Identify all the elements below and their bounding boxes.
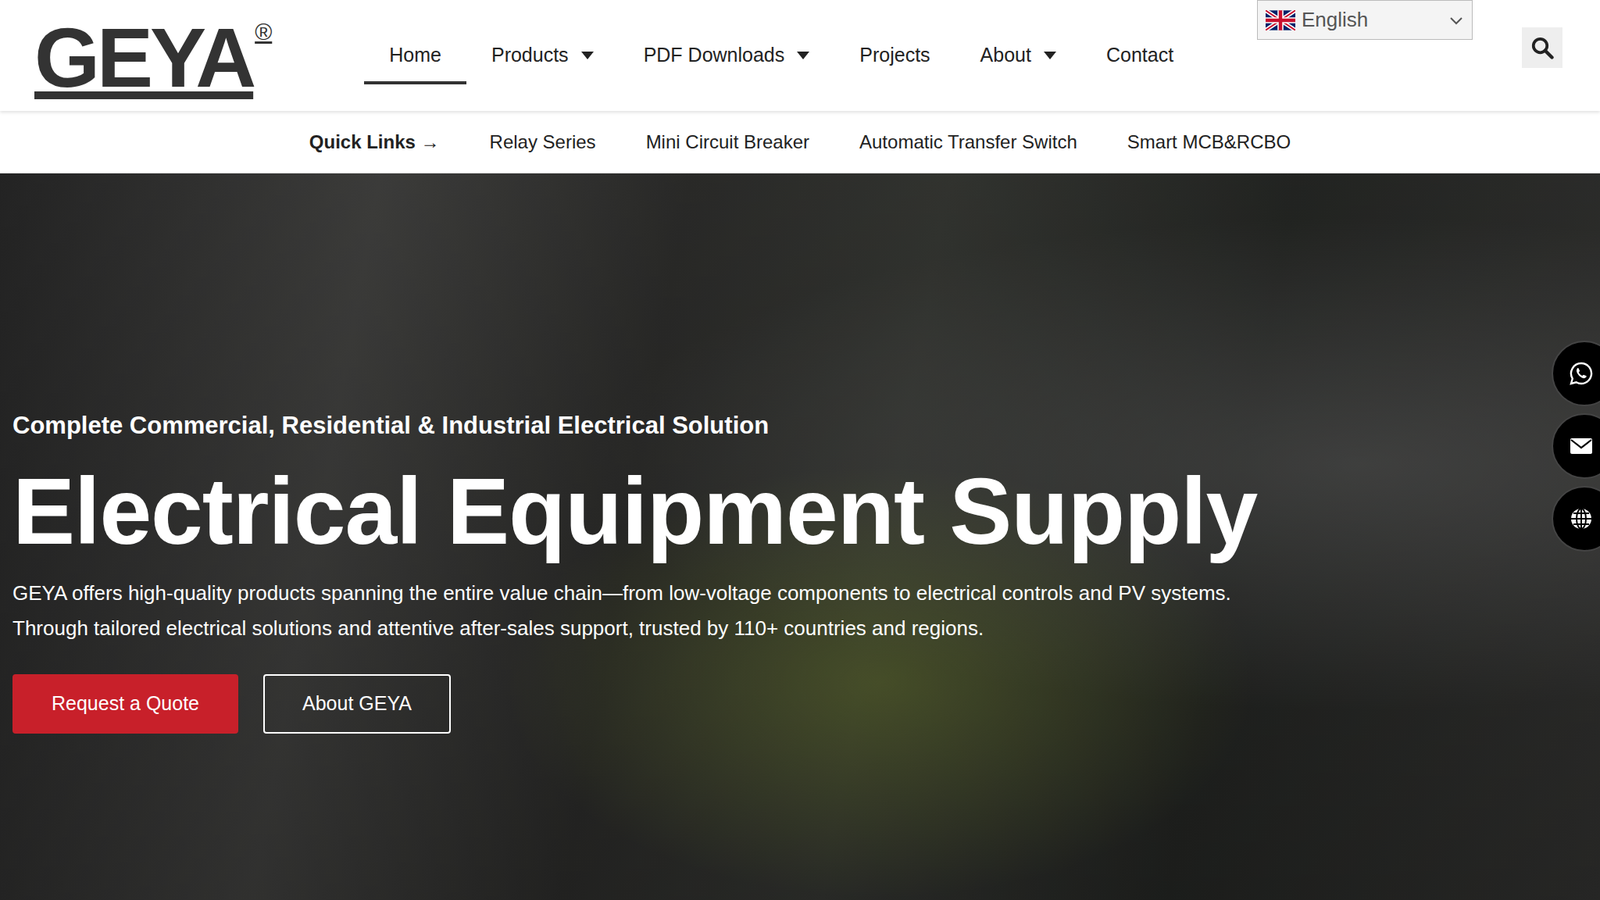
nav-item[interactable]: PDF Downloads [618,0,836,111]
logo-text: GEYA [34,15,254,100]
nav-item[interactable]: Contact [1081,0,1199,111]
registered-mark: ® [254,14,272,50]
nav-label: PDF Downloads [643,40,786,71]
hero-text: Through tailored electrical solutions an… [12,610,1600,647]
nav-label: Home [389,40,442,71]
hero-text: GEYA offers high-quality products spanni… [12,575,1600,611]
email-button[interactable] [1551,413,1600,479]
caret-down-icon [1043,51,1057,60]
request-quote-button[interactable]: Request a Quote [12,674,239,734]
nav-item[interactable]: Products [466,0,619,111]
quick-link[interactable]: Smart MCB&RCBO [1127,128,1291,157]
search-button[interactable] [1521,27,1563,68]
nav-item[interactable]: Projects [834,0,955,111]
nav-label: Projects [859,40,930,71]
whatsapp-icon [1568,360,1594,386]
hero-content: Complete Commercial, Residential & Indus… [0,173,1600,734]
chevron-down-icon [1448,12,1465,29]
nav-item[interactable]: Home [364,0,467,111]
about-button[interactable]: About GEYA [263,674,451,734]
hero-eyebrow: Complete Commercial, Residential & Indus… [12,407,1600,445]
caret-down-icon [796,51,810,60]
floating-contacts [1551,340,1600,552]
nav-label: About [980,40,1032,71]
nav-label: Contact [1106,40,1174,71]
globe-icon [1568,506,1594,532]
nav-item[interactable]: About [955,0,1082,111]
quick-link[interactable]: Automatic Transfer Switch [859,128,1078,157]
uk-flag-icon [1265,10,1296,31]
quick-links-label: Quick Links → [309,128,440,157]
main-nav: Home Products PDF Downloads Projects About Co… [364,0,1199,111]
magnifier-icon [1530,35,1554,60]
quick-links-bar: Quick Links → Relay Series Mini Circuit Br… [0,110,1600,174]
envelope-icon [1568,433,1594,459]
nav-label: Products [491,40,569,71]
hero-section: Complete Commercial, Residential & Indus… [0,173,1600,900]
hero-title: Electrical Equipment Supply [12,458,1600,564]
site-header: GEYA® Home Products PDF Downloads Projects Ab… [0,0,1600,111]
logo[interactable]: GEYA® [0,0,272,100]
globe-button[interactable] [1551,485,1600,552]
language-label: English [1301,4,1368,36]
caret-down-icon [581,51,594,60]
hero-buttons: Request a Quote About GEYA [12,674,1600,734]
whatsapp-button[interactable] [1551,340,1600,407]
language-selector[interactable]: English [1257,0,1473,40]
quick-link[interactable]: Relay Series [489,128,597,157]
quick-link[interactable]: Mini Circuit Breaker [646,128,810,157]
